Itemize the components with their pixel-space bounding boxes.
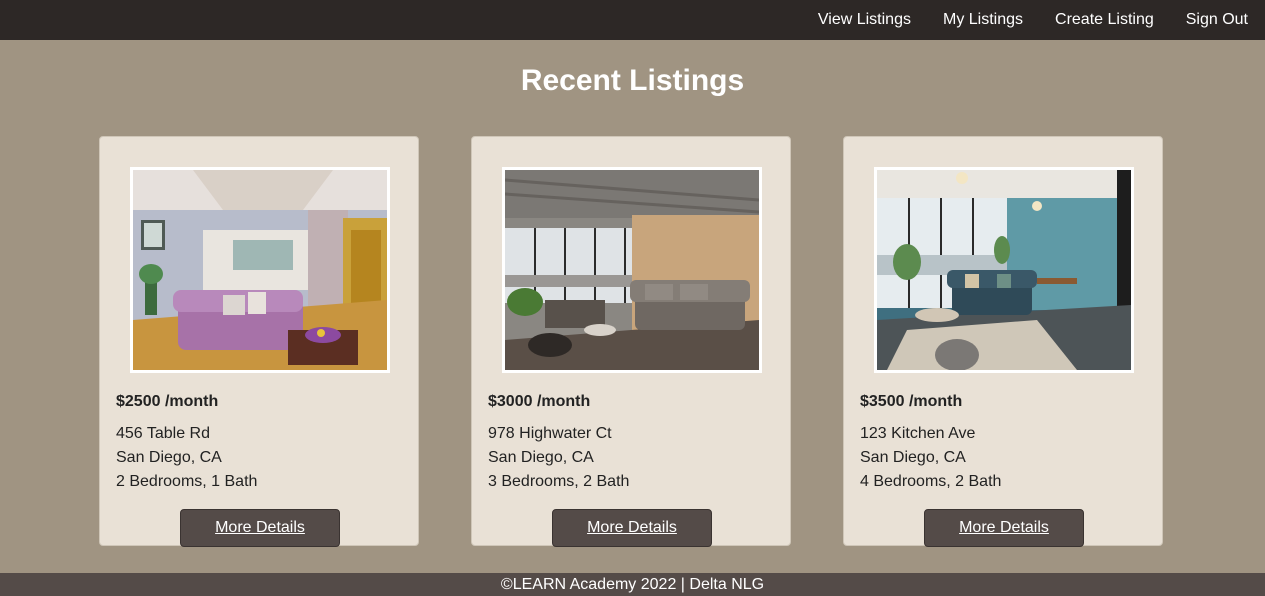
more-details-button[interactable]: More Details [924, 509, 1084, 547]
listing-card: $3000 /month 978 Highwater Ct San Diego,… [471, 136, 791, 547]
top-navbar: View Listings My Listings Create Listing… [0, 0, 1265, 40]
footer: ©LEARN Academy 2022 | Delta NLG [0, 573, 1265, 596]
more-details-button[interactable]: More Details [180, 509, 340, 547]
loft-living-room-photo [505, 170, 759, 370]
nav-view-listings-link[interactable]: View Listings [818, 11, 911, 29]
listing-photo [874, 167, 1134, 373]
footer-text: ©LEARN Academy 2022 | Delta NLG [500, 576, 765, 593]
modern-living-room-photo [877, 170, 1131, 370]
listing-photo [130, 167, 390, 373]
listing-card: $3500 /month 123 Kitchen Ave San Diego, … [843, 136, 1163, 547]
listing-rooms: 4 Bedrooms, 2 Bath [860, 473, 1002, 490]
nav-create-listing-link[interactable]: Create Listing [1055, 11, 1154, 29]
listing-rooms: 3 Bedrooms, 2 Bath [488, 473, 630, 490]
listing-city: San Diego, CA [116, 449, 222, 466]
listing-price: $3000 /month [488, 393, 591, 410]
listing-street: 456 Table Rd [116, 425, 210, 442]
listing-city: San Diego, CA [860, 449, 966, 466]
nav-links: View Listings My Listings Create Listing… [818, 0, 1248, 40]
listing-street: 978 Highwater Ct [488, 425, 612, 442]
nav-my-listings-link[interactable]: My Listings [943, 11, 1023, 29]
listing-price: $3500 /month [860, 393, 963, 410]
listing-photo [502, 167, 762, 373]
listing-card: $2500 /month 456 Table Rd San Diego, CA … [99, 136, 419, 547]
nav-sign-out-link[interactable]: Sign Out [1186, 11, 1248, 29]
more-details-button[interactable]: More Details [552, 509, 712, 547]
listing-city: San Diego, CA [488, 449, 594, 466]
page-title: Recent Listings [520, 64, 745, 97]
living-room-photo [133, 170, 387, 370]
listing-street: 123 Kitchen Ave [860, 425, 976, 442]
listing-rooms: 2 Bedrooms, 1 Bath [116, 473, 258, 490]
listing-price: $2500 /month [116, 393, 219, 410]
